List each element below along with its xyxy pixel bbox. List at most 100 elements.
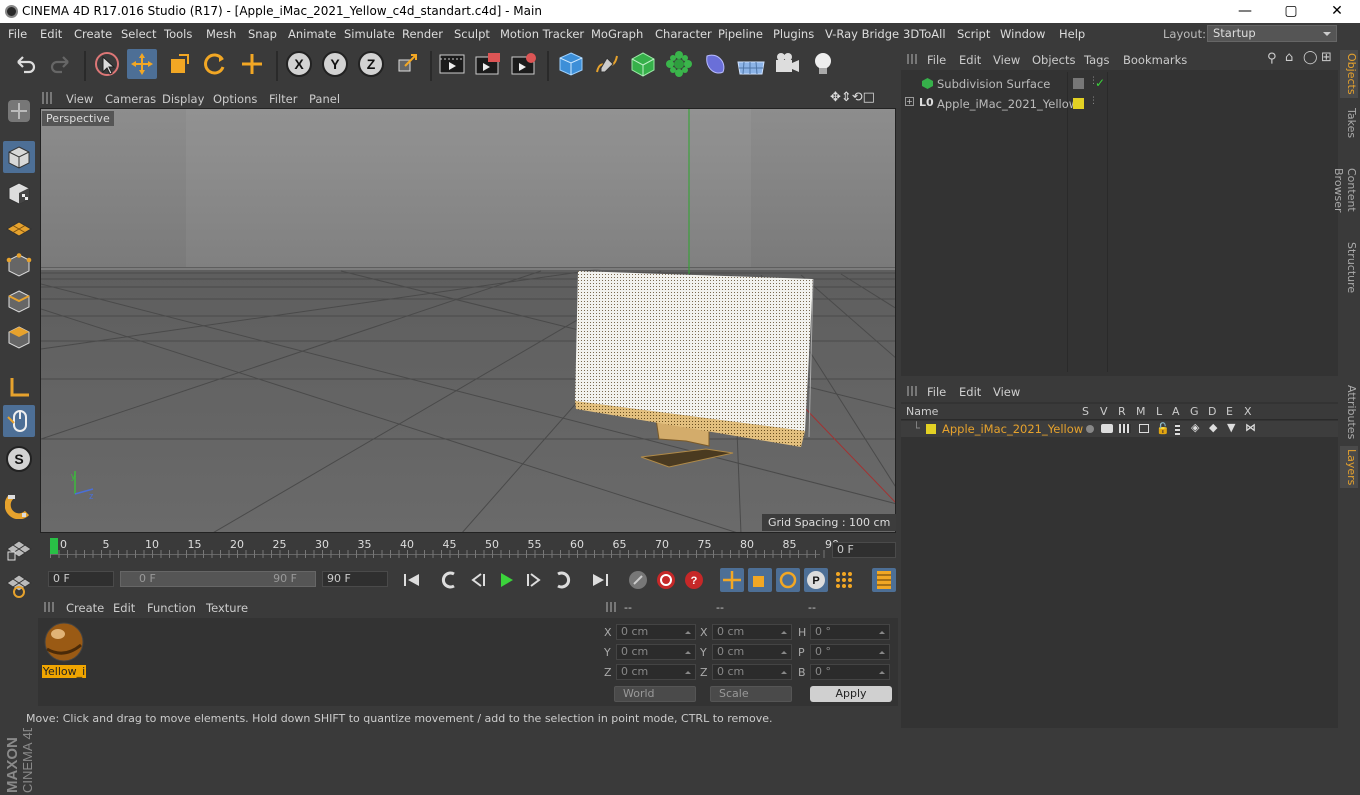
menu-select[interactable]: Select bbox=[121, 27, 156, 41]
rot-b-field[interactable]: 0 ° bbox=[810, 664, 890, 680]
xref-icon[interactable]: ⋈ bbox=[1245, 421, 1256, 434]
col-generators[interactable]: G bbox=[1190, 405, 1199, 418]
light-icon[interactable] bbox=[808, 49, 838, 79]
object-menu-file[interactable]: File bbox=[927, 53, 946, 67]
render-view-icon[interactable] bbox=[437, 49, 467, 79]
solo-mode-icon[interactable]: S bbox=[3, 443, 35, 475]
axis-mode-icon[interactable] bbox=[3, 371, 35, 403]
object-menu-tags[interactable]: Tags bbox=[1084, 53, 1109, 67]
points-mode-icon[interactable] bbox=[3, 249, 35, 281]
menu-tools[interactable]: Tools bbox=[164, 27, 192, 41]
texture-mode-icon[interactable] bbox=[3, 177, 35, 209]
menu-simulate[interactable]: Simulate bbox=[344, 27, 395, 41]
layer-menu-file[interactable]: File bbox=[927, 385, 946, 399]
col-solo[interactable]: S bbox=[1082, 405, 1089, 418]
viewport-menu-display[interactable]: Display bbox=[162, 92, 204, 106]
object-row-subdivision[interactable]: Subdivision Surface ⋮ ✓ bbox=[901, 74, 1338, 93]
menu-animate[interactable]: Animate bbox=[288, 27, 336, 41]
size-mode-dropdown[interactable]: Scale bbox=[710, 686, 792, 702]
material-menu-edit[interactable]: Edit bbox=[113, 601, 135, 615]
key-scale-icon[interactable] bbox=[748, 568, 772, 592]
col-expressions[interactable]: E bbox=[1226, 405, 1233, 418]
polygons-mode-icon[interactable] bbox=[3, 321, 35, 353]
play-forward-icon[interactable] bbox=[494, 568, 518, 592]
object-menu-bookmarks[interactable]: Bookmarks bbox=[1123, 53, 1187, 67]
start-frame-field[interactable]: 0 F bbox=[48, 571, 114, 587]
rotate-tool-icon[interactable] bbox=[200, 49, 230, 79]
size-x-field[interactable]: 0 cm bbox=[712, 624, 792, 640]
key-parameter-icon[interactable]: P bbox=[804, 568, 828, 592]
x-axis-lock-icon[interactable]: X bbox=[284, 49, 314, 79]
animation-icon[interactable] bbox=[1175, 423, 1180, 435]
viewport-menu-panel[interactable]: Panel bbox=[309, 92, 340, 106]
object-menu-edit[interactable]: Edit bbox=[959, 53, 981, 67]
y-axis-lock-icon[interactable]: Y bbox=[320, 49, 350, 79]
scale-tool-icon[interactable] bbox=[164, 49, 194, 79]
menu-create[interactable]: Create bbox=[74, 27, 112, 41]
redo-icon[interactable] bbox=[46, 49, 76, 79]
col-view[interactable]: V bbox=[1100, 405, 1108, 418]
menu-script[interactable]: Script bbox=[957, 27, 990, 41]
next-frame-icon[interactable] bbox=[522, 568, 546, 592]
snapping-magnet-icon[interactable] bbox=[3, 489, 35, 521]
minimize-button[interactable]: — bbox=[1222, 0, 1268, 23]
menu-help[interactable]: Help bbox=[1059, 27, 1085, 41]
menu-plugins[interactable]: Plugins bbox=[773, 27, 814, 41]
go-to-start-icon[interactable] bbox=[400, 568, 424, 592]
apply-button[interactable]: Apply bbox=[810, 686, 892, 702]
menu-mograph[interactable]: MoGraph bbox=[591, 27, 643, 41]
cloner-icon[interactable] bbox=[664, 49, 694, 79]
tab-attributes[interactable]: Attributes bbox=[1340, 384, 1358, 440]
tweak-mode-icon[interactable] bbox=[3, 405, 35, 437]
layer-row[interactable]: └ Apple_iMac_2021_Yellow 🔓 ◈ ◆ ▼ ⋈ bbox=[901, 421, 1338, 437]
layout-dropdown[interactable]: Startup bbox=[1207, 25, 1337, 42]
expand-toggle[interactable]: + bbox=[905, 97, 914, 106]
edges-mode-icon[interactable] bbox=[3, 285, 35, 317]
camera-icon[interactable] bbox=[772, 49, 802, 79]
timeline-ruler[interactable]: 051015202530354045505560657075808590 0 F bbox=[38, 536, 898, 566]
keyframe-selection-icon[interactable]: ? bbox=[682, 568, 706, 592]
col-manager[interactable]: M bbox=[1136, 405, 1146, 418]
subdivision-surface-icon[interactable] bbox=[628, 49, 658, 79]
col-render[interactable]: R bbox=[1118, 405, 1126, 418]
menu-character[interactable]: Character bbox=[655, 27, 712, 41]
render-settings-icon[interactable] bbox=[509, 49, 539, 79]
pos-y-field[interactable]: 0 cm bbox=[616, 644, 696, 660]
current-frame-field[interactable]: 0 F bbox=[832, 542, 896, 558]
view-eye-icon[interactable] bbox=[1101, 424, 1113, 433]
model-mode-icon[interactable] bbox=[3, 141, 35, 173]
autokeying-icon[interactable] bbox=[654, 568, 678, 592]
quantize-icon[interactable] bbox=[3, 569, 35, 601]
floor-icon[interactable] bbox=[736, 49, 766, 79]
workplane-icon[interactable] bbox=[3, 213, 35, 245]
material-menu-function[interactable]: Function bbox=[147, 601, 196, 615]
size-y-field[interactable]: 0 cm bbox=[712, 644, 792, 660]
viewport-menu-options[interactable]: Options bbox=[213, 92, 257, 106]
undo-icon[interactable] bbox=[10, 49, 40, 79]
menu-vray-bridge[interactable]: V-Ray Bridge bbox=[825, 27, 899, 41]
make-editable-icon[interactable] bbox=[3, 95, 35, 127]
close-button[interactable]: ✕ bbox=[1314, 0, 1360, 23]
maximize-button[interactable]: ▢ bbox=[1268, 0, 1314, 23]
perspective-viewport[interactable]: y z bbox=[40, 108, 896, 533]
menu-motion-tracker[interactable]: Motion Tracker bbox=[500, 27, 584, 41]
object-new-window-icon[interactable]: ⊞ bbox=[1321, 50, 1332, 65]
tab-layers[interactable]: Layers bbox=[1340, 446, 1358, 488]
material-menu-create[interactable]: Create bbox=[66, 601, 104, 615]
deformer-icon[interactable] bbox=[700, 49, 730, 79]
key-position-icon[interactable] bbox=[720, 568, 744, 592]
tab-content-browser[interactable]: Content Browser bbox=[1332, 146, 1358, 234]
col-xref[interactable]: X bbox=[1244, 405, 1252, 418]
tab-objects[interactable]: Objects bbox=[1340, 50, 1358, 98]
col-locked[interactable]: L bbox=[1156, 405, 1162, 418]
viewport-navigation-icons[interactable]: ✥⇕⟲□ bbox=[830, 90, 875, 105]
record-keys-icon[interactable] bbox=[626, 568, 650, 592]
layer-color-swatch[interactable] bbox=[926, 424, 936, 434]
layer-swatch[interactable] bbox=[1073, 78, 1084, 89]
playhead-marker[interactable] bbox=[50, 538, 58, 554]
layer-menu-edit[interactable]: Edit bbox=[959, 385, 981, 399]
move-tool-icon[interactable] bbox=[127, 49, 157, 79]
pos-x-field[interactable]: 0 cm bbox=[616, 624, 696, 640]
size-z-field[interactable]: 0 cm bbox=[712, 664, 792, 680]
menu-sculpt[interactable]: Sculpt bbox=[454, 27, 490, 41]
